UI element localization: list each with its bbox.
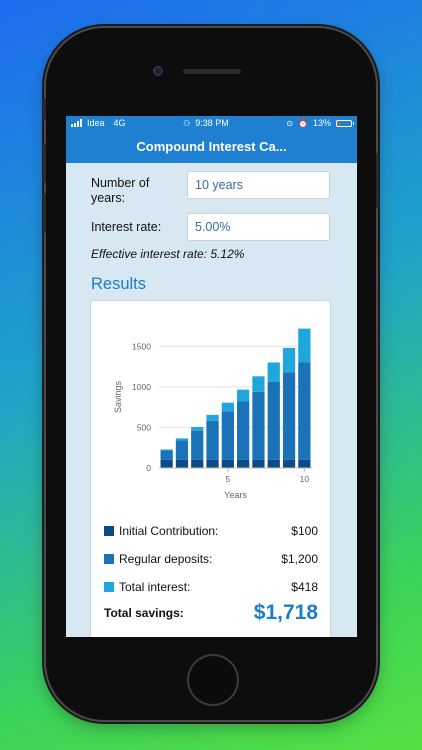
savings-chart: 0 500 1000 1500 5 10 Years Savings: [113, 328, 312, 500]
chart-bar: [267, 459, 280, 468]
chart-bar: [282, 372, 296, 460]
chart-bar: [206, 420, 219, 460]
chart-bar: [221, 411, 234, 460]
page-title: Compound Interest Ca...: [136, 139, 287, 154]
chart-bar: [237, 459, 250, 468]
years-label: Number of years:: [91, 176, 150, 205]
mute-switch: [43, 98, 46, 120]
y-axis-label: Savings: [113, 380, 123, 413]
interest-rate-label: Interest rate:: [91, 220, 162, 234]
deposits-label: Regular deposits:: [119, 552, 213, 566]
chart-bar: [267, 362, 280, 382]
chart-bar: [252, 391, 265, 460]
chart-bar: [237, 401, 250, 460]
chart-bar: [191, 430, 204, 460]
chart-bar: [252, 459, 265, 468]
volume-up-button: [43, 143, 46, 183]
battery-icon: [336, 119, 354, 127]
x-axis-label: Years: [224, 490, 247, 500]
initial-value: $100: [291, 524, 318, 538]
total-savings-value: $1,718: [253, 601, 318, 624]
home-button: [189, 656, 237, 704]
interest-value: $418: [291, 580, 318, 594]
y-tick-label: 1000: [132, 382, 151, 392]
nav-bar: Compound Interest Ca...: [66, 130, 357, 163]
legend-interest: Total interest: $418: [104, 580, 318, 594]
chart-bar: [160, 450, 173, 460]
status-bar: Idea 4G ⚇ 9:38 PM ⊙ ⏰ 13%: [66, 116, 357, 130]
total-row: Total savings: $1,718: [104, 601, 318, 625]
chart-bar: [175, 440, 189, 460]
y-tick-label: 1500: [132, 341, 151, 351]
initial-label: Initial Contribution:: [119, 524, 219, 538]
chart-bar: [221, 402, 234, 412]
chart-bar: [160, 449, 173, 451]
calculator-content: Number of years: 10 years Interest rate:…: [78, 163, 345, 637]
chart-bar: [252, 376, 265, 392]
chart-bar: [206, 459, 219, 468]
chart-bar: [191, 427, 204, 431]
y-tick-label: 500: [137, 422, 151, 432]
chart-bar: [298, 362, 311, 460]
interest-label: Total interest:: [119, 580, 191, 594]
deposits-swatch: [104, 554, 114, 564]
clock: 9:38 PM: [195, 118, 229, 128]
legend-initial: Initial Contribution: $100: [104, 524, 318, 538]
years-input[interactable]: 10 years: [187, 171, 330, 199]
alarm-icon: ⏰: [298, 118, 308, 128]
deposits-value: $1,200: [281, 552, 318, 566]
volume-down-button: [43, 193, 46, 233]
x-tick-label: 10: [300, 474, 310, 484]
chart-bar: [191, 459, 204, 468]
initial-swatch: [104, 526, 114, 536]
chart-bar: [298, 459, 311, 468]
interest-swatch: [104, 582, 114, 592]
x-tick-label: 5: [225, 474, 230, 484]
hotspot-icon: ⚇: [183, 118, 191, 128]
chart-bar: [282, 347, 296, 373]
total-savings-label: Total savings:: [104, 606, 184, 620]
rotation-lock-icon: ⊙: [286, 118, 294, 128]
screen: Idea 4G ⚇ 9:38 PM ⊙ ⏰ 13% Compound Inter…: [66, 116, 357, 637]
carrier-name: Idea: [87, 118, 105, 128]
front-camera: [153, 66, 163, 76]
interest-rate-input[interactable]: 5.00%: [187, 213, 330, 241]
chart-bar: [175, 459, 189, 468]
battery-percent: 13%: [312, 118, 331, 128]
legend-deposits: Regular deposits: $1,200: [104, 552, 318, 566]
effective-rate-text: Effective interest rate: 5.12%: [91, 247, 245, 261]
chart-bar: [221, 459, 234, 468]
chart-bar: [237, 389, 250, 402]
chart-bar: [282, 459, 296, 468]
results-heading: Results: [91, 275, 147, 293]
results-card: 0 500 1000 1500 5 10 Years Savings Initial Cont…: [91, 301, 330, 637]
chart-bar: [175, 438, 189, 441]
network-type: 4G: [113, 118, 126, 128]
y-tick-label: 0: [146, 463, 151, 473]
power-button: [376, 153, 379, 208]
earpiece-speaker: [183, 69, 241, 74]
chart-bar: [206, 414, 219, 421]
chart-bar: [267, 381, 280, 460]
signal-icon: [71, 119, 82, 127]
chart-bar: [298, 328, 311, 363]
chart-bar: [160, 459, 173, 468]
